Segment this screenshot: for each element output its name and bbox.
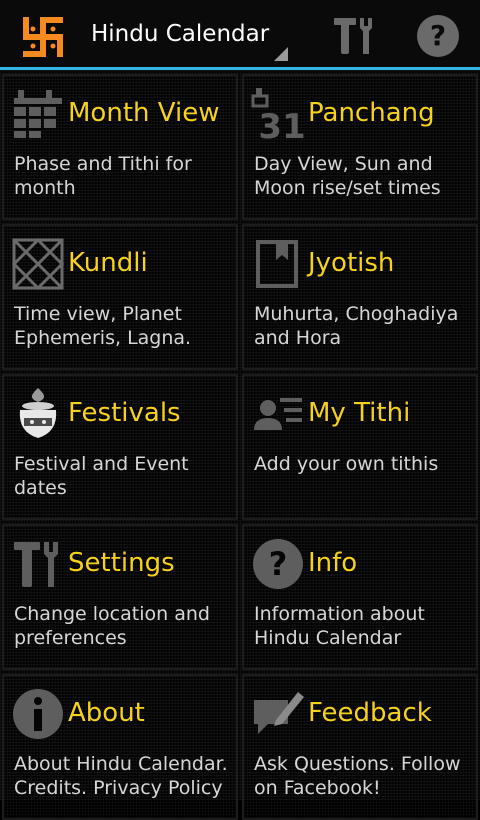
tile-jyotish[interactable]: Jyotish Muhurta, Choghadiya and Hora	[242, 224, 478, 370]
app-title: Hindu Calendar	[91, 21, 270, 47]
swastika-icon[interactable]	[20, 14, 66, 60]
tile-settings[interactable]: Settings Change location and preferences	[2, 524, 238, 670]
tile-festivals[interactable]: Festivals Festival and Event dates	[2, 374, 238, 520]
svg-text:?: ?	[430, 19, 446, 52]
kundli-chart-icon	[11, 237, 65, 291]
tile-description: Festival and Event dates	[14, 453, 189, 499]
book-bookmark-icon	[256, 240, 298, 288]
person-list-icon	[254, 398, 302, 430]
title-spinner[interactable]: Hindu Calendar	[76, 0, 290, 67]
tile-description: Time view, Planet Ephemeris, Lagna.	[14, 303, 192, 349]
tile-title: Kundli	[68, 248, 148, 278]
spinner-indicator-icon	[274, 47, 288, 61]
tools-icon[interactable]	[330, 12, 378, 60]
svg-text:?: ?	[269, 545, 288, 583]
tile-description: Day View, Sun and Moon rise/set times	[254, 153, 441, 199]
tile-description: Add your own tithis	[254, 453, 439, 475]
tile-title: Settings	[68, 548, 175, 578]
tile-title: Panchang	[308, 98, 435, 128]
tile-title: Festivals	[68, 398, 181, 428]
calendar-grid-icon	[14, 90, 62, 138]
tile-info[interactable]: ? Info Information about Hindu Calendar	[242, 524, 478, 670]
help-icon[interactable]: ?	[414, 12, 462, 60]
tile-description: About Hindu Calendar. Credits. Privacy P…	[14, 753, 228, 799]
tile-month-view[interactable]: Month View Phase and Tithi for month	[2, 74, 238, 220]
tile-title: About	[68, 698, 145, 728]
tile-title: Month View	[68, 98, 220, 128]
tile-feedback[interactable]: Feedback Ask Questions. Follow on Facebo…	[242, 674, 478, 820]
tile-title: Info	[308, 548, 358, 578]
tools-icon	[14, 542, 58, 587]
feedback-pen-icon	[254, 692, 304, 734]
tile-title: Jyotish	[308, 248, 395, 278]
tile-panchang[interactable]: 31 Panchang Day View, Sun and Moon rise/…	[242, 74, 478, 220]
tile-description: Change location and preferences	[14, 603, 210, 649]
tile-kundli[interactable]: Kundli Time view, Planet Ephemeris, Lagn…	[2, 224, 238, 370]
kalash-icon	[19, 388, 57, 438]
menu-grid: Month View Phase and Tithi for month 31 …	[0, 70, 480, 820]
tile-about[interactable]: About About Hindu Calendar. Credits. Pri…	[2, 674, 238, 820]
tile-description: Phase and Tithi for month	[14, 153, 192, 199]
svg-text:31: 31	[258, 107, 305, 142]
tile-title: Feedback	[308, 698, 432, 728]
tile-description: Muhurta, Choghadiya and Hora	[254, 303, 459, 349]
tile-description: Information about Hindu Calendar	[254, 603, 425, 649]
tile-description: Ask Questions. Follow on Facebook!	[254, 753, 461, 799]
calendar-31-icon: 31	[251, 88, 306, 142]
tile-my-tithi[interactable]: My Tithi Add your own tithis	[242, 374, 478, 520]
question-icon: ?	[253, 539, 303, 589]
info-icon	[13, 689, 63, 739]
action-bar: Hindu Calendar ?	[0, 0, 480, 70]
tile-title: My Tithi	[308, 398, 411, 428]
